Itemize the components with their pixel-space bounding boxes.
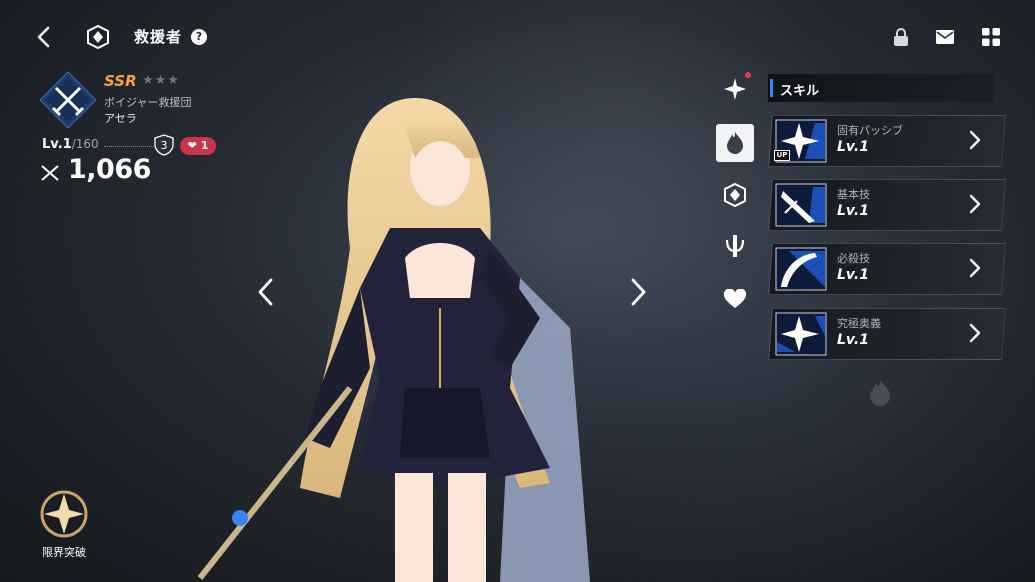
- level-max: /160: [71, 137, 99, 151]
- skill-card-ultimate[interactable]: 究極奥義 Lv.1: [768, 308, 1006, 360]
- skill-header-label: スキル: [780, 84, 820, 99]
- class-emblem-icon: [39, 71, 97, 129]
- up-badge: UP: [774, 150, 790, 161]
- level-divider: [104, 146, 154, 147]
- limit-break-button[interactable]: 限界突破: [34, 488, 94, 568]
- star-burst-icon: [724, 78, 746, 100]
- skill-name: 必殺技: [837, 252, 870, 265]
- tab-skills[interactable]: [716, 124, 754, 162]
- emblem-icon: [724, 183, 746, 207]
- skill-name: 究極奥義: [837, 317, 881, 330]
- top-bar: 救援者 ?: [0, 0, 1035, 74]
- skill-level: Lv.1: [837, 267, 869, 283]
- skill-level: Lv.1: [837, 332, 869, 348]
- skill-card-passive[interactable]: UP 固有パッシブ Lv.1: [768, 115, 1006, 167]
- chevron-right-icon: [969, 258, 981, 278]
- flame-icon: [727, 132, 743, 154]
- rescuer-emblem-icon: [87, 25, 109, 49]
- skill-card-special[interactable]: 必殺技 Lv.1: [768, 243, 1006, 295]
- level-display: Lv.1/160: [42, 137, 99, 152]
- starburst-icon: [775, 312, 827, 356]
- rank-value: 3: [161, 139, 168, 152]
- tab-weapon[interactable]: [716, 228, 754, 266]
- weapon-icon: [725, 235, 745, 257]
- star-rating: ★★★: [142, 73, 180, 88]
- page-title: 救援者: [134, 28, 183, 46]
- tab-awakening[interactable]: [716, 70, 754, 108]
- skill-system-watermark: [830, 376, 930, 426]
- skill-name: 固有パッシブ: [837, 124, 903, 137]
- tab-affinity[interactable]: [716, 280, 754, 318]
- previous-character-arrow[interactable]: [254, 276, 278, 308]
- heart-icon: ❤: [187, 139, 197, 152]
- flame-watermark-icon: [870, 380, 890, 406]
- character-illustration: [197, 98, 590, 582]
- rarity-label: SSR: [104, 72, 137, 90]
- back-button[interactable]: [30, 22, 58, 52]
- skill-card-basic[interactable]: 基本技 Lv.1: [768, 179, 1006, 231]
- tab-emblem[interactable]: [716, 176, 754, 214]
- rank-shield-icon: 3: [154, 134, 174, 156]
- limit-break-label: 限界突破: [42, 546, 86, 559]
- character-name: アセラ: [104, 112, 137, 125]
- faction-name: ボイジャー救援団: [104, 96, 192, 109]
- chevron-right-icon: [969, 194, 981, 214]
- sword-slash-icon: [775, 183, 827, 227]
- chevron-right-icon: [969, 323, 981, 343]
- menu-grid-icon[interactable]: [982, 28, 1000, 46]
- crossed-swords-icon: [41, 165, 59, 181]
- next-character-arrow[interactable]: [626, 276, 650, 308]
- help-icon[interactable]: ?: [191, 29, 207, 45]
- skill-panel-header: スキル: [768, 74, 994, 102]
- skill-level: Lv.1: [837, 139, 869, 155]
- mail-icon[interactable]: [936, 29, 954, 45]
- crescent-slash-icon: [775, 247, 827, 291]
- limit-break-icon: [40, 490, 88, 538]
- lock-icon[interactable]: [892, 28, 910, 46]
- header-accent-bar: [770, 79, 773, 97]
- power-value: 1,066: [68, 154, 151, 185]
- level-value: Lv.1: [42, 137, 72, 152]
- affinity-value: 1: [200, 139, 209, 152]
- chevron-right-icon: [969, 130, 981, 150]
- affinity-badge[interactable]: ❤ 1: [180, 137, 216, 155]
- skill-level: Lv.1: [837, 203, 869, 219]
- notification-dot: [745, 72, 751, 78]
- heart-hands-icon: [723, 289, 747, 308]
- skill-name: 基本技: [837, 188, 870, 201]
